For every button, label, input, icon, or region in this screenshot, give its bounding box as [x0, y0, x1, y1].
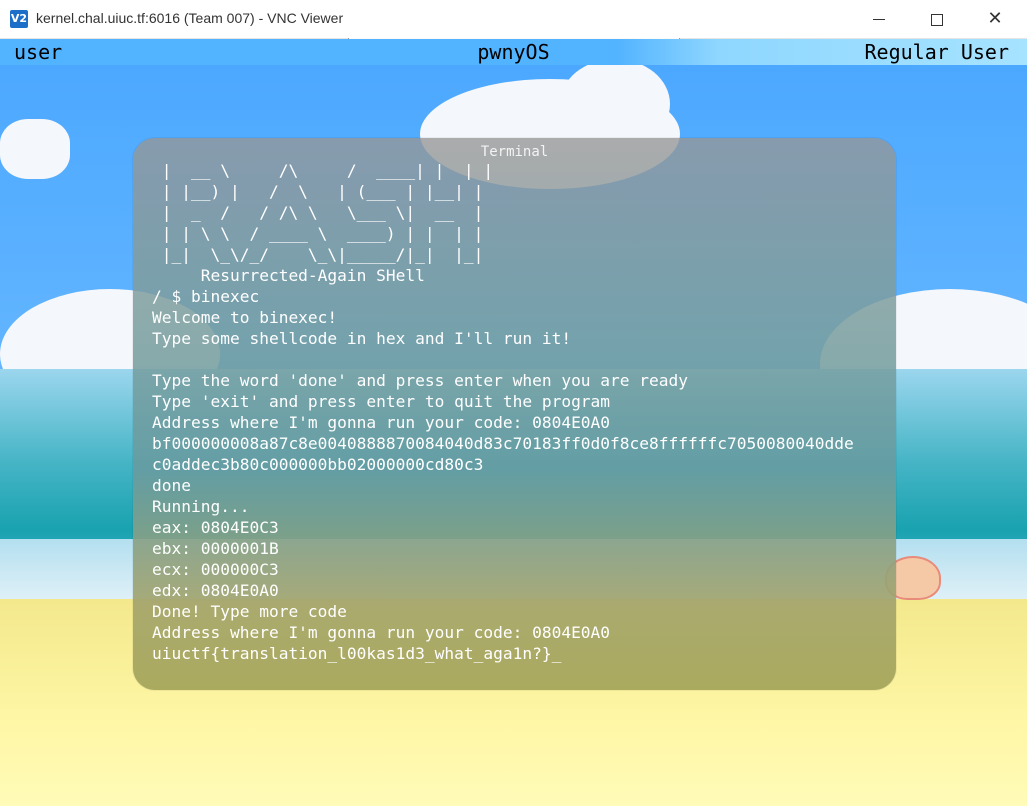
- minimize-button[interactable]: [850, 0, 908, 38]
- terminal-output[interactable]: | __ \ /\ / ____| | | | | |__) | / \ | (…: [152, 160, 892, 664]
- terminal-line: Type the word 'done' and press enter whe…: [152, 371, 689, 390]
- os-status-bar: user pwnyOS Regular User: [0, 39, 1027, 65]
- wallpaper-cloud: [560, 59, 670, 149]
- terminal-line: bf000000008a87c8e0040888870084040d83c701…: [152, 434, 854, 453]
- window-titlebar: V2 kernel.chal.uiuc.tf:6016 (Team 007) -…: [0, 0, 1027, 39]
- vnc-viewer-app-icon: V2: [10, 10, 28, 28]
- terminal-line: Running...: [152, 497, 250, 516]
- maximize-button[interactable]: [908, 0, 966, 38]
- terminal-window[interactable]: Terminal | __ \ /\ / ____| | | | | |__) …: [133, 138, 896, 690]
- maximize-icon: [931, 13, 943, 26]
- terminal-prompt-line[interactable]: uiuctf{translation_l00kas1d3_what_aga1n?…: [152, 643, 892, 664]
- terminal-line: ebx: 0000001B: [152, 539, 279, 558]
- remote-desktop[interactable]: user pwnyOS Regular User Terminal | __ \…: [0, 39, 1027, 806]
- terminal-line: ecx: 000000C3: [152, 560, 279, 579]
- terminal-line: Done! Type more code: [152, 602, 347, 621]
- terminal-line: Type 'exit' and press enter to quit the …: [152, 392, 611, 411]
- window-title: kernel.chal.uiuc.tf:6016 (Team 007) - VN…: [36, 10, 344, 26]
- wallpaper-cloud: [0, 119, 70, 179]
- terminal-line: done: [152, 476, 191, 495]
- terminal-line: / $ binexec: [152, 287, 260, 306]
- rash-tagline: Resurrected-Again SHell: [152, 266, 425, 285]
- os-user-role: Regular User: [864, 40, 1010, 64]
- terminal-line: edx: 0804E0A0: [152, 581, 279, 600]
- minimize-icon: [873, 19, 885, 20]
- terminal-title: Terminal: [480, 144, 549, 160]
- terminal-line: c0addec3b80c000000bb02000000cd80c3: [152, 455, 484, 474]
- close-button[interactable]: ✕: [966, 0, 1024, 38]
- terminal-line: Address where I'm gonna run your code: 0…: [152, 413, 611, 432]
- terminal-line: Type some shellcode in hex and I'll run …: [152, 329, 572, 348]
- terminal-line: eax: 0804E0C3: [152, 518, 279, 537]
- rash-ascii-logo: | __ \ /\ / ____| | | | | |__) | / \ | (…: [161, 161, 494, 264]
- terminal-line: Address where I'm gonna run your code: 0…: [152, 623, 611, 642]
- close-icon: ✕: [987, 8, 1003, 29]
- terminal-line: Welcome to binexec!: [152, 308, 338, 327]
